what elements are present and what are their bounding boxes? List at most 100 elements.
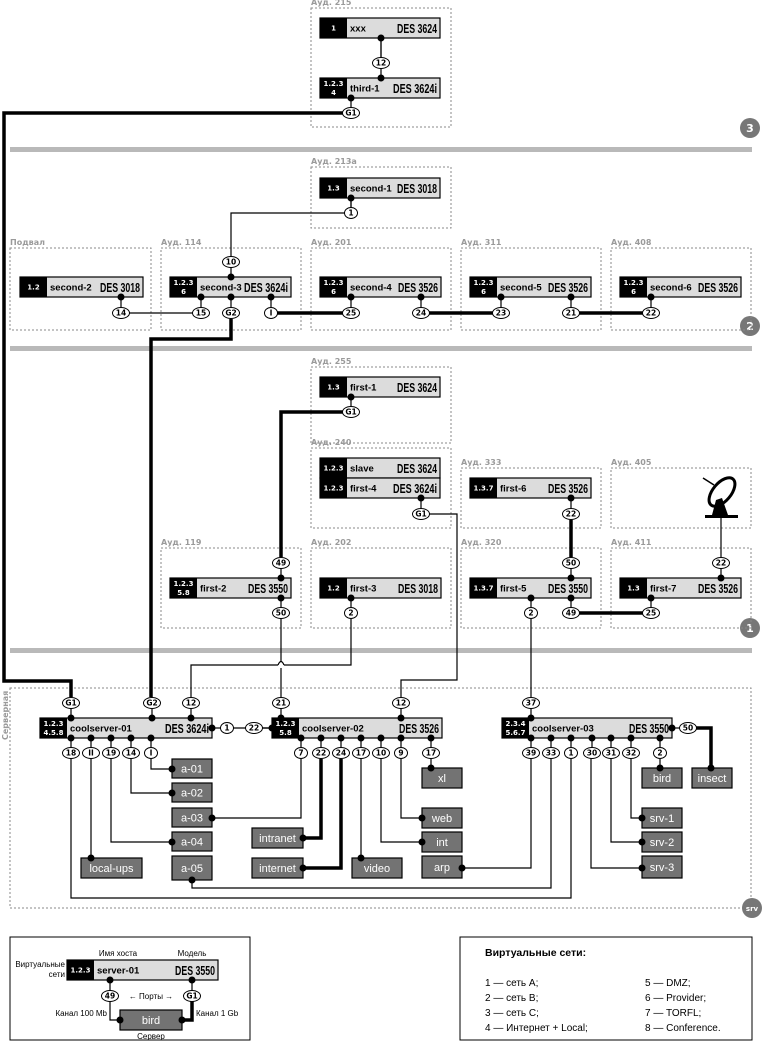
port-number: 18	[66, 749, 76, 758]
switch-second-6[interactable]: 1.2.36 second-6 DES 3526	[619, 276, 742, 298]
floor-marker: 3	[740, 118, 760, 138]
switch-hostname: first-6	[500, 484, 526, 495]
legend-switch[interactable]: 1.2.3 server-01 DES 3550	[66, 959, 219, 981]
switch-model: DES 3526	[548, 280, 588, 295]
port[interactable]: 50	[668, 722, 697, 734]
port-connector	[267, 293, 275, 301]
port-number: 32	[626, 749, 636, 758]
vlan-list: 1.3	[327, 185, 340, 193]
server-srv-3[interactable]: srv-3	[638, 855, 683, 879]
port-connector	[567, 734, 575, 742]
cable-100mb	[630, 759, 642, 819]
switch-second-5[interactable]: 1.2.36 second-5 DES 3526	[469, 276, 592, 298]
port-number: 1	[348, 209, 353, 218]
port[interactable]: 12	[372, 34, 390, 69]
network-diagram: 321Ауд. 215Ауд. 213аПодвал Ауд. 114 Ауд. 2…	[1, 0, 762, 1041]
port-connector	[168, 838, 176, 846]
switch-hostname: first-2	[200, 584, 226, 595]
port-connector	[567, 574, 575, 582]
server-web[interactable]: web	[418, 807, 463, 829]
model-caption: Модель	[178, 949, 207, 958]
switch-hostname: second-5	[500, 283, 542, 294]
switch-hostname: second-6	[650, 283, 692, 294]
cable-100mb	[212, 759, 302, 819]
server-intranet[interactable]: intranet	[251, 827, 307, 849]
switch-second-4[interactable]: 1.2.36 second-4 DES 3526	[319, 276, 442, 298]
port-connector	[187, 714, 195, 722]
vlan-list: 1.2.3	[324, 80, 344, 88]
port-connector	[567, 594, 575, 602]
vlan-list: 6	[331, 288, 336, 296]
port-connector	[208, 814, 216, 822]
server-insect[interactable]: insect	[691, 764, 733, 789]
vlan-caption: Виртуальные	[15, 960, 65, 969]
port-connector	[188, 976, 196, 984]
port-connector	[188, 876, 196, 884]
vlan-list: 1.2	[327, 585, 340, 593]
switch-coolserver-02[interactable]: 1.2.35.8 coolserver-02 DES 3526	[271, 717, 443, 739]
port-connector	[268, 724, 276, 732]
server-name: int	[436, 837, 448, 849]
room-label: Ауд. 215	[311, 0, 352, 7]
server-internet[interactable]: internet	[251, 857, 307, 879]
port-number: 33	[546, 749, 556, 758]
port-connector	[607, 734, 615, 742]
port-number: 31	[606, 749, 616, 758]
vlan-legend-title: Виртуальные сети:	[485, 947, 586, 959]
server-name: srv-1	[650, 813, 674, 825]
vlan-list: 5.8	[177, 589, 190, 597]
port-number: 49	[276, 559, 286, 568]
server-local-ups[interactable]: local-ups	[80, 854, 143, 879]
server-srv-2[interactable]: srv-2	[638, 831, 683, 853]
cable-100mb	[610, 759, 642, 843]
port-connector	[107, 734, 115, 742]
port-connector	[148, 714, 156, 722]
switch-model: DES 3018	[100, 280, 140, 295]
port-number: 10	[376, 749, 386, 758]
switch-coolserver-03[interactable]: 2.3.45.6.7 coolserver-03 DES 3550	[501, 717, 673, 739]
server-name: video	[364, 863, 390, 875]
server-a-03[interactable]: a-03	[171, 807, 216, 828]
switch-second-2[interactable]: 1.2 second-2 DES 3018	[19, 276, 144, 298]
port-number: G1	[65, 699, 76, 708]
vlan-legend-item: 6 — Provider;	[645, 993, 706, 1004]
vlan-list: 1.2.3	[174, 580, 194, 588]
server-srv-1[interactable]: srv-1	[638, 807, 683, 829]
server-a-04[interactable]: a-04	[168, 831, 213, 852]
port-connector	[168, 765, 176, 773]
switch-coolserver-01[interactable]: 1.2.34.5.8 coolserver-01 DES 3624i	[39, 717, 213, 739]
vlan-list: 1.2.3	[324, 279, 344, 287]
server-bird[interactable]: bird	[641, 764, 683, 789]
server-int[interactable]: int	[418, 831, 463, 853]
cable-1gb	[2, 111, 343, 697]
vlan-legend-item: 4 — Интернет + Local;	[485, 1023, 588, 1034]
port-number: 21	[276, 699, 286, 708]
switch-model: DES 3624	[397, 21, 438, 36]
server-room-label: Серверная	[1, 691, 10, 740]
server-a-05[interactable]: a-05	[171, 855, 213, 884]
port[interactable]: 22	[245, 722, 276, 734]
port-number: 24	[416, 309, 426, 318]
switch-first-1[interactable]: 1.3 first-1 DES 3624	[319, 376, 441, 398]
switch-slave[interactable]: 1.2.3 slave DES 3624	[319, 457, 441, 479]
server-video[interactable]: video	[351, 854, 403, 879]
switch-first-2[interactable]: 1.2.35.8 first-2 DES 3550	[169, 577, 292, 599]
port-number: G1	[415, 510, 426, 519]
server-a-01[interactable]: a-01	[168, 758, 213, 779]
switch-first-6[interactable]: 1.3.7 first-6 DES 3526	[469, 477, 592, 499]
switch-hostname: first-3	[350, 584, 376, 595]
switch-first-3[interactable]: 1.2 first-3 DES 3018	[319, 577, 442, 599]
switch-second-1[interactable]: 1.3 second-1 DES 3018	[319, 177, 441, 199]
server-xl[interactable]: xl	[421, 764, 463, 789]
server-a-02[interactable]: a-02	[168, 782, 213, 803]
room-label: Ауд. 119	[161, 538, 202, 547]
port-connector	[377, 74, 385, 82]
switch-hostname: first-7	[650, 584, 676, 595]
switch-model: DES 3018	[397, 181, 437, 196]
room-label: Подвал	[10, 238, 45, 247]
port-number: G1	[186, 992, 197, 1001]
port-connector	[547, 734, 555, 742]
server-arp[interactable]: arp	[421, 855, 466, 879]
ports-caption: ← Порты →	[129, 992, 173, 1001]
switch-first-7[interactable]: 1.3 first-7 DES 3526	[619, 577, 742, 599]
